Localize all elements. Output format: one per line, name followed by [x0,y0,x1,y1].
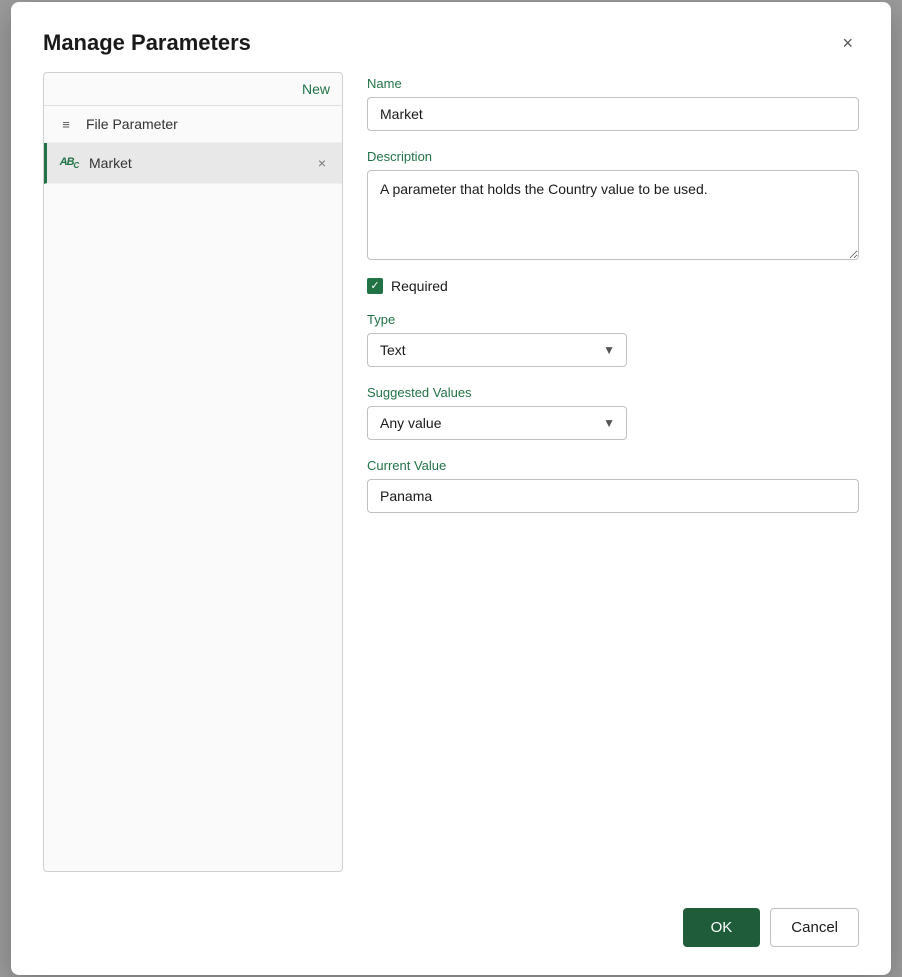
list-item[interactable]: ABC Market × [44,143,342,184]
dialog-title: Manage Parameters [43,30,251,56]
cancel-button[interactable]: Cancel [770,908,859,947]
remove-parameter-button[interactable]: × [314,153,330,173]
description-label: Description [367,149,859,164]
parameter-list-panel: New ≡ File Parameter ABC Market × [43,72,343,872]
type-select-wrapper: Text Number Date Boolean ▼ [367,333,627,367]
dialog-footer: OK Cancel [11,892,891,975]
current-value-field-group: Current Value [367,458,859,513]
new-parameter-button[interactable]: New [302,81,330,97]
required-checkbox[interactable]: ✓ [367,278,383,294]
current-value-input[interactable] [367,479,859,513]
suggested-values-select-wrapper: Any value List of values Query ▼ [367,406,627,440]
file-icon: ≡ [56,117,76,132]
name-input[interactable] [367,97,859,131]
current-value-label: Current Value [367,458,859,473]
name-field-group: Name [367,76,859,131]
type-field-group: Type Text Number Date Boolean ▼ [367,312,859,367]
ok-button[interactable]: OK [683,908,761,947]
name-label: Name [367,76,859,91]
parameter-detail-panel: Name Description ✓ Required Ty [367,72,859,872]
checkmark-icon: ✓ [370,281,379,292]
list-item[interactable]: ≡ File Parameter [44,106,342,143]
suggested-values-field-group: Suggested Values Any value List of value… [367,385,859,440]
suggested-values-label: Suggested Values [367,385,859,400]
description-field-group: Description [367,149,859,260]
abc-icon: ABC [59,156,79,170]
dialog-header: Manage Parameters × [11,2,891,72]
parameter-name: File Parameter [86,116,330,132]
parameter-name: Market [89,155,304,171]
left-panel-header: New [44,73,342,105]
parameter-list: ≡ File Parameter ABC Market × [44,105,342,184]
manage-parameters-dialog: Manage Parameters × New ≡ File Parameter… [11,2,891,975]
type-label: Type [367,312,859,327]
dialog-body: New ≡ File Parameter ABC Market × [11,72,891,892]
required-checkbox-group[interactable]: ✓ Required [367,278,859,294]
suggested-values-select[interactable]: Any value List of values Query [367,406,627,440]
description-textarea[interactable] [367,170,859,260]
required-label: Required [391,278,448,294]
type-select[interactable]: Text Number Date Boolean [367,333,627,367]
close-button[interactable]: × [836,30,859,56]
